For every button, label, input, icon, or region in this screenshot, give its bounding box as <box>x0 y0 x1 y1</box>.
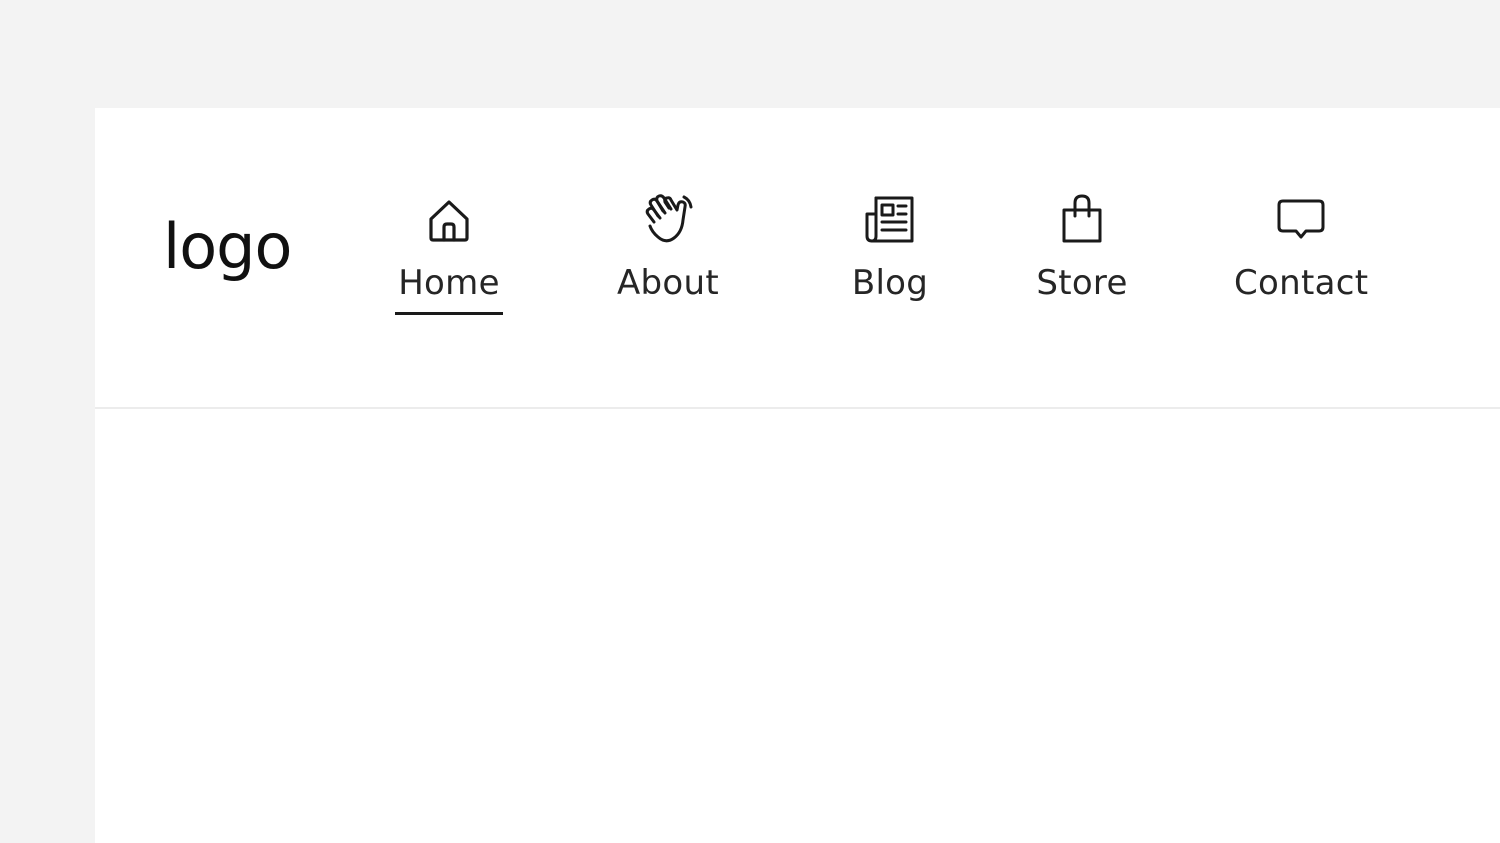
nav-underline-placeholder <box>614 312 722 315</box>
nav-underline-placeholder <box>1028 312 1136 315</box>
nav-label-home: Home <box>398 263 500 303</box>
newspaper-icon <box>865 196 914 243</box>
site-header: logo Home About Blog Store Contact <box>95 108 1500 409</box>
site-logo[interactable]: logo <box>163 216 292 278</box>
nav-label-about: About <box>616 263 720 303</box>
nav-label-blog: Blog <box>851 263 929 303</box>
nav-item-home[interactable]: Home <box>395 192 503 315</box>
nav-item-about[interactable]: About <box>614 192 722 315</box>
shopping-bag-icon <box>1062 194 1102 243</box>
nav-item-contact[interactable]: Contact <box>1234 192 1368 315</box>
nav-underline-placeholder <box>836 312 944 315</box>
home-icon <box>429 200 469 242</box>
main-content <box>95 409 1500 843</box>
nav-item-store[interactable]: Store <box>1028 192 1136 315</box>
waving-hand-icon <box>645 194 693 243</box>
chat-bubble-icon <box>1277 199 1325 239</box>
page-card: logo Home About Blog Store Contact <box>95 108 1500 843</box>
nav-item-blog[interactable]: Blog <box>836 192 944 315</box>
nav-label-store: Store <box>1036 263 1128 303</box>
active-underline <box>395 312 503 315</box>
nav-underline-placeholder <box>1247 312 1355 315</box>
nav-label-contact: Contact <box>1234 263 1369 303</box>
